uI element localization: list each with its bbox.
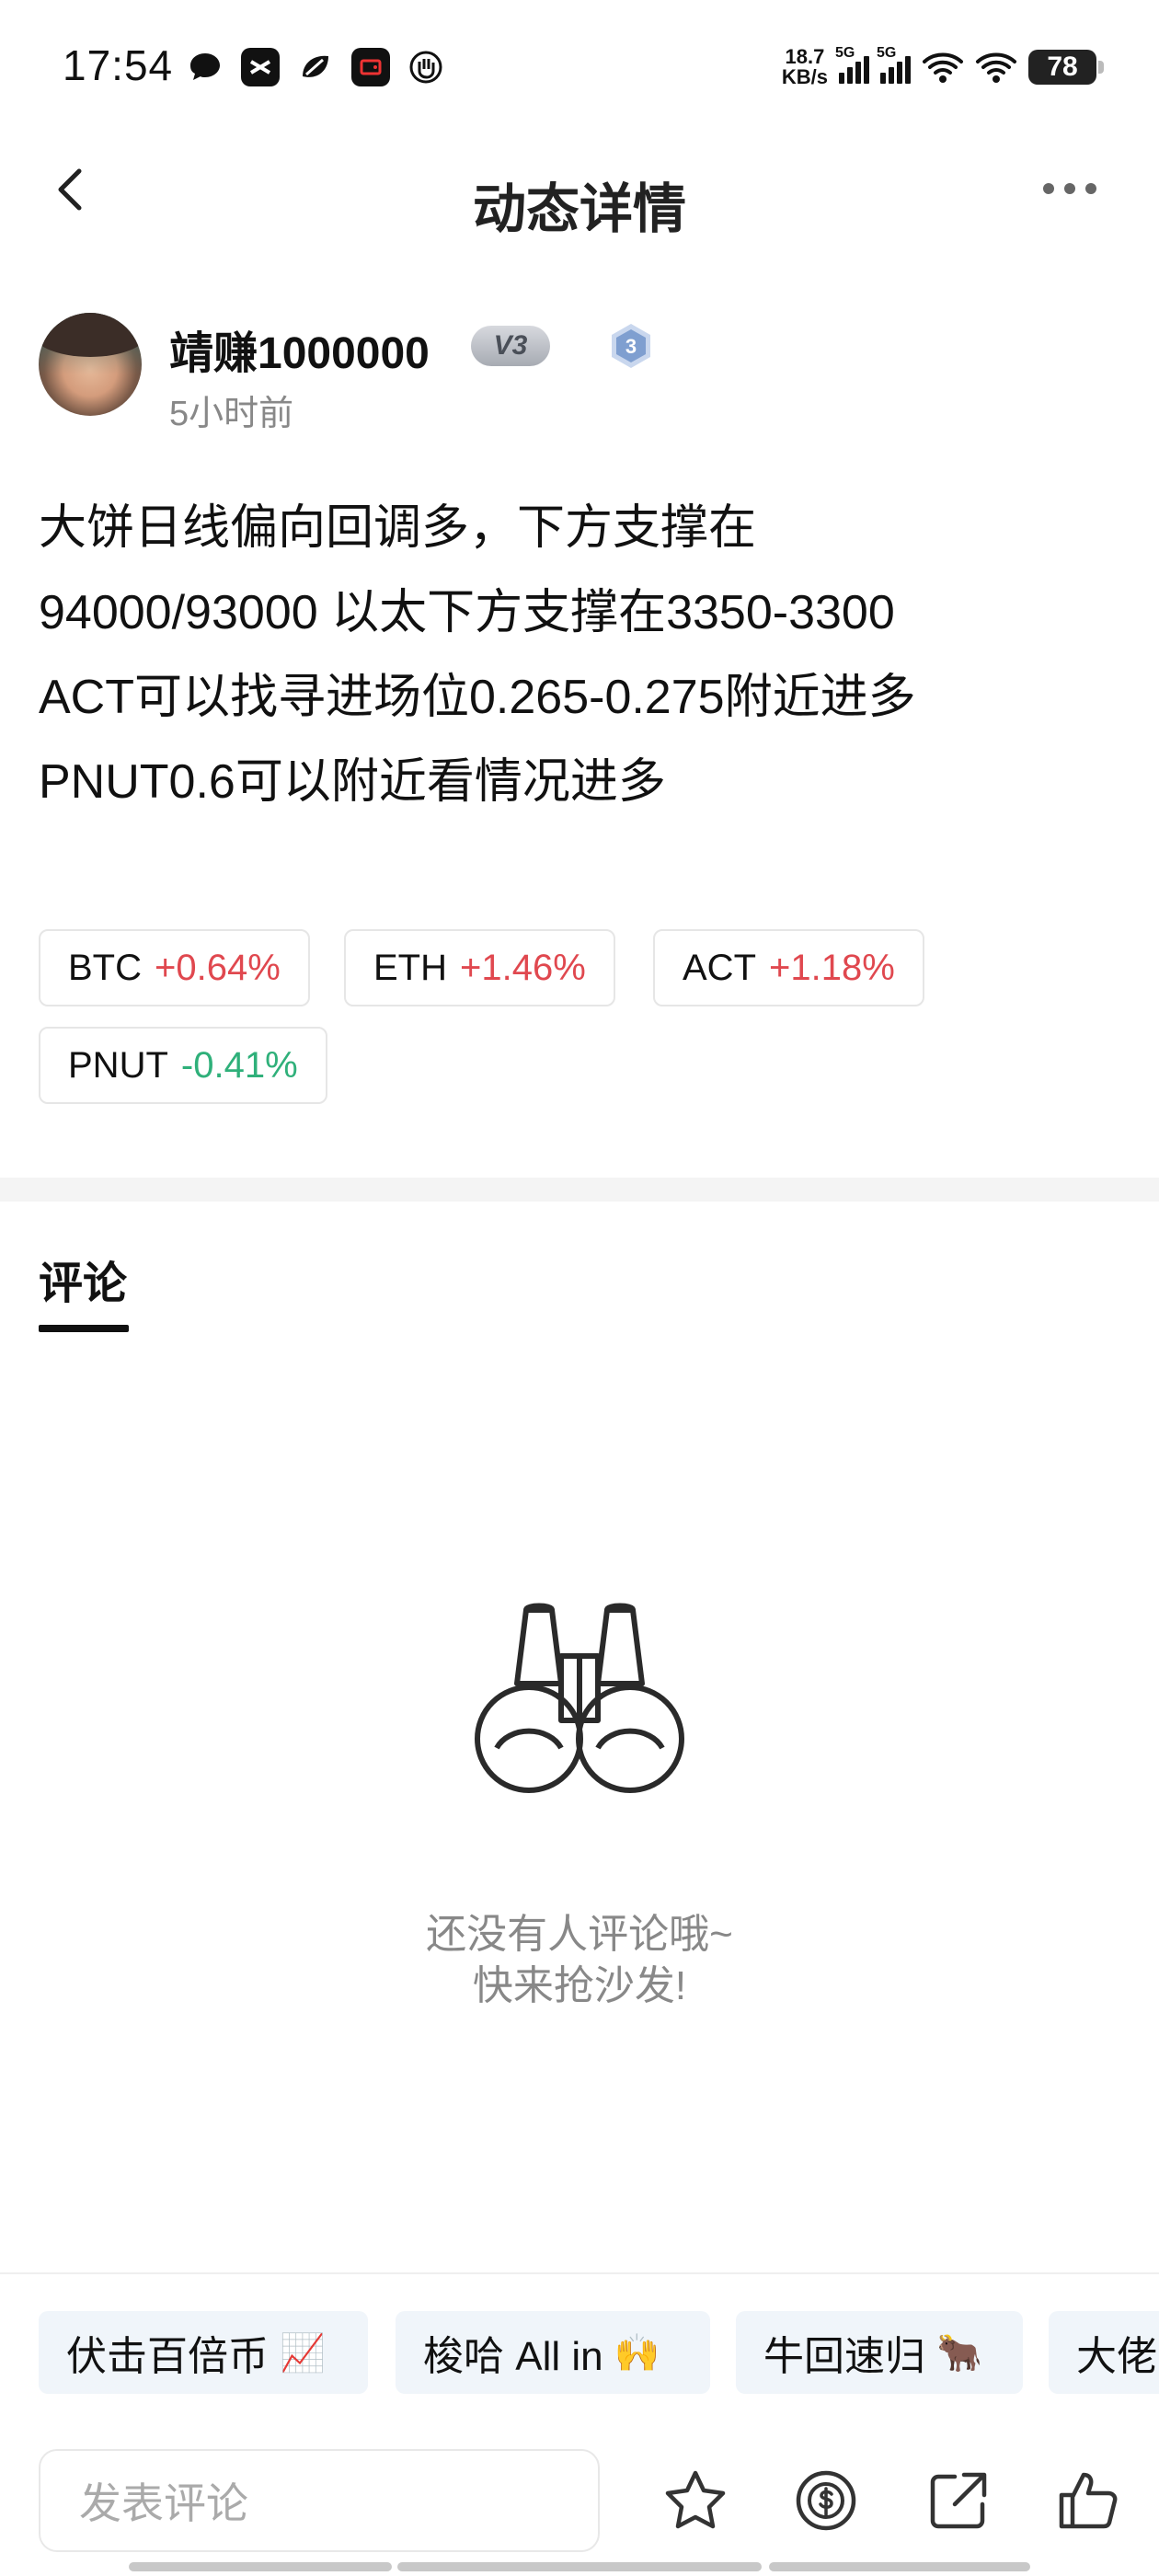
like-icon[interactable] — [1052, 2466, 1122, 2536]
ticker-symbol: ETH — [373, 947, 447, 988]
ticker-chip-btc[interactable]: BTC +0.64% — [39, 929, 310, 1006]
more-options-button[interactable] — [1043, 175, 1107, 202]
status-bar: 17:54 18.7 KB/s 5G 5G 78 — [0, 0, 1159, 138]
video-app-icon — [351, 48, 390, 86]
ticker-change: +0.64% — [155, 947, 281, 988]
post-line: 94000/93000 以太下方支撑在3350-3300 — [39, 586, 895, 639]
status-right: 18.7 KB/s 5G 5G 78 — [782, 44, 1104, 90]
level-badge-number: 3 — [625, 335, 637, 358]
ticker-chip-pnut[interactable]: PNUT -0.41% — [39, 1027, 327, 1104]
page-title: 动态详情 — [472, 179, 686, 239]
quick-reply-label: 伏击百倍币 — [66, 2334, 269, 2379]
status-time: 17:54 — [63, 41, 174, 89]
ticker-symbol: BTC — [68, 947, 142, 988]
quick-reply-label: 大佬 — [1076, 2334, 1157, 2379]
empty-message-line1: 还没有人评论哦~ — [426, 1912, 733, 1957]
signal-icon: 5G — [877, 45, 911, 84]
signal-5g-label: 5G — [877, 45, 897, 61]
ticker-chip-eth[interactable]: ETH +1.46% — [344, 929, 615, 1006]
chart-up-icon: 📈 — [280, 2332, 326, 2374]
hand-app-icon — [407, 48, 445, 86]
quick-reply-chip[interactable]: 大佬 — [1049, 2311, 1159, 2394]
level-badge-icon: 3 — [612, 324, 650, 368]
post-line: 大饼日线偏向回调多，下方支撑在 — [39, 501, 757, 555]
home-indicator — [129, 2562, 392, 2571]
post-line: PNUT0.6可以附近看情况进多 — [39, 755, 666, 809]
post-detail-page: 17:54 18.7 KB/s 5G 5G 78 动态详情 靖赚1000000 … — [0, 0, 1159, 2576]
author-header: 靖赚1000000 V3 3 5小时前 — [39, 313, 1124, 433]
quick-reply-chip[interactable]: 梭哈 All in 🙌 — [396, 2311, 710, 2394]
ticker-change: +1.46% — [460, 947, 586, 988]
home-indicator — [769, 2562, 1030, 2571]
dot-icon — [1043, 183, 1054, 194]
ticker-change: -0.41% — [180, 1044, 298, 1086]
quick-reply-label: 牛回速归 — [763, 2334, 925, 2379]
battery-indicator: 78 — [1028, 50, 1104, 85]
post-time: 5小时前 — [169, 395, 294, 433]
net-speed-value: 18.7 — [785, 45, 825, 68]
wifi-icon — [976, 52, 1016, 83]
chat-bubble-icon — [186, 48, 224, 86]
tip-coin-icon[interactable] — [791, 2466, 861, 2536]
bottom-separator — [0, 2272, 1159, 2274]
ticker-chip-act[interactable]: ACT +1.18% — [653, 929, 924, 1006]
raised-hands-icon: 🙌 — [614, 2332, 660, 2374]
dot-icon — [1064, 183, 1075, 194]
comment-input[interactable]: 发表评论 — [39, 2449, 600, 2552]
star-icon[interactable] — [660, 2466, 730, 2536]
post-line: ACT可以找寻进场位0.265-0.275附近进多 — [39, 671, 916, 724]
avatar[interactable] — [39, 313, 142, 416]
author-name[interactable]: 靖赚1000000 — [169, 316, 430, 381]
ticker-symbol: ACT — [683, 947, 756, 988]
quick-reply-chip[interactable]: 伏击百倍币 📈 — [39, 2311, 368, 2394]
signal-icon: 5G — [835, 45, 869, 84]
wifi-icon — [923, 52, 963, 83]
net-speed-unit: KB/s — [781, 65, 828, 88]
capcut-icon — [241, 48, 280, 86]
share-icon[interactable] — [924, 2466, 993, 2536]
dot-icon — [1085, 183, 1096, 194]
tab-comments[interactable]: 评论 — [39, 1247, 127, 1311]
signal-5g-label: 5G — [835, 45, 855, 61]
nav-bar: 动态详情 — [0, 138, 1159, 248]
home-indicator — [397, 2562, 762, 2571]
ticker-symbol: PNUT — [68, 1044, 168, 1086]
section-divider — [0, 1178, 1159, 1202]
empty-message-line2: 快来抢沙发! — [472, 1963, 687, 2008]
binoculars-icon — [475, 1603, 684, 1793]
ticker-change: +1.18% — [769, 947, 895, 988]
net-speed: 18.7 KB/s — [782, 47, 828, 87]
ox-icon: 🐂 — [936, 2332, 982, 2374]
post-content: 大饼日线偏向回调多，下方支撑在 94000/93000 以太下方支撑在3350-… — [39, 486, 1124, 824]
quick-reply-chip[interactable]: 牛回速归 🐂 — [736, 2311, 1023, 2394]
leaf-app-icon — [296, 48, 335, 86]
quick-reply-label: 梭哈 All in — [423, 2334, 603, 2379]
tab-active-indicator — [39, 1325, 129, 1332]
vip-badge: V3 — [471, 326, 550, 366]
